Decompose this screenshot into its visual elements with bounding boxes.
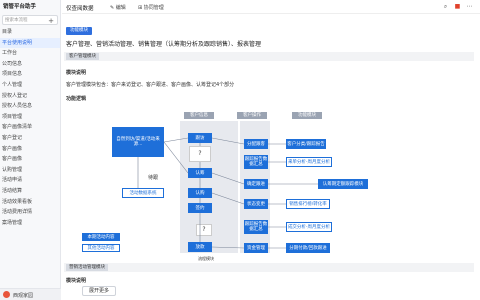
sidebar-item[interactable]: 授权人登记 [0,91,60,102]
module-desc-title: 模块说明 [66,70,87,76]
other-activity-box: 其他活动内容 [82,244,120,252]
module-desc-text: 客户管理模块包含：客户来访登记、客户跟进、客户画像、认筹登记4个部分 [66,82,235,88]
page-headline: 客户管理、营销活动管理、销售管理（认筹期分析及跟踪销售）、报表管理 [66,41,262,48]
edit-label: 编辑 [115,5,126,11]
notification-icon[interactable]: ■ [454,3,461,10]
sidebar-item[interactable]: 项目信息 [0,69,60,80]
right-box-1: 分配跟客 [244,139,268,149]
sidebar-item[interactable]: 活动申请 [0,175,60,186]
section-header-label: 客户管理模块 [66,53,99,60]
top-bar: 仅查阅数据 ✎ 编辑 ⊞ 协同管理 ⌕ ■ ⋯ [62,0,480,14]
col-header-2: 客户操作 [237,112,267,119]
section-header-marketing: 营销活动管理模块 [64,263,474,272]
mid-qmark-1: ? [189,146,211,162]
sidebar-item[interactable]: 授权人员信息 [0,101,60,112]
far-box-2: 来单分析-周月度分析 [286,157,332,167]
col-header-3: 功能模块 [292,112,322,119]
mid-bottom-label: 流程模块 [198,256,214,261]
sidebar-item[interactable]: 平台使用说明 [0,37,60,49]
mid-box-3: 认购 [188,188,212,198]
sidebar-item[interactable]: 个人管理 [0,80,60,91]
add-icon[interactable]: + [47,18,55,26]
far-box-1: 客户分类/跟踪报告 [286,139,326,149]
more-icon[interactable]: ⋯ [466,3,473,10]
sidebar-item[interactable]: 客户画像 [0,144,60,155]
right-box-2: 跟踪报告数据汇总 [244,155,268,169]
search-icon[interactable]: ⌕ [442,3,449,10]
sidebar-title: 销管平台助手 [3,4,37,10]
module-tag: 功能模块 [66,27,92,35]
mid-box-5: 放款 [188,242,212,252]
sidebar-item[interactable]: 客户画像清单 [0,122,60,133]
expand-more-button[interactable]: 展开更多 [82,286,116,296]
edit-button[interactable]: ✎ 编辑 [110,4,126,11]
right-box-3: 确定跟进 [244,179,268,189]
sidebar-item[interactable]: 工作台 [0,48,60,59]
far-box-3: 认筹期定额跟踪模块 [318,179,368,189]
mid-box-2: 认筹 [188,168,212,178]
pending-label: 待跟 [148,175,159,181]
right-box-5: 跟踪报告数据汇总 [244,220,268,234]
module-desc-title-2: 模块说明 [66,278,87,284]
flow-title: 功能逻辑 [66,96,87,102]
share-button[interactable]: ⊞ 协同管理 [138,4,164,11]
sidebar: 销管平台助手 搜索本流程 + 目录 平台使用说明 工作台 公司信息 项目信息 个人管理 授权… [0,0,61,300]
search-placeholder: 搜索本流程 [5,18,28,23]
user-bar[interactable]: 西观家园 [0,288,61,300]
col-header-1: 客户信息 [184,112,214,119]
sidebar-item[interactable]: 公司信息 [0,59,60,70]
user-name: 西观家园 [13,293,34,299]
sidebar-item[interactable]: 项目管理 [0,112,60,123]
sidebar-item[interactable]: 活动结算 [0,186,60,197]
far-box-6: 分期付款/回款跟进 [286,243,330,253]
sidebar-item[interactable]: 活动效果看板 [0,197,60,208]
mid-box-4: 签约 [188,203,212,213]
section-header-customer: 客户管理模块 [64,52,474,61]
far-box-5: 成交分析-周月度分析 [286,222,332,232]
sidebar-item[interactable]: 案场管理 [0,218,60,229]
right-box-6: 资金管理 [244,243,268,253]
sidebar-item[interactable]: 认购管理 [0,165,60,176]
current-activity-box: 本期活动内容 [82,233,120,241]
sidebar-nav: 目录 平台使用说明 工作台 公司信息 项目信息 个人管理 授权人登记 授权人员信息 项目管理 客户… [0,27,60,228]
sidebar-search-input[interactable]: 搜索本流程 + [2,15,58,25]
avatar[interactable] [3,291,10,298]
main-content: 功能模块 客户管理、营销活动管理、销售管理（认筹期分析及跟踪销售）、报表管理 客… [62,15,480,300]
sidebar-item[interactable]: 活动费用详情 [0,207,60,218]
right-box-4: 状态变更 [244,199,268,209]
sidebar-item[interactable]: 目录 [0,27,60,38]
share-label: 协同管理 [143,5,164,11]
section-header-label-2: 营销活动管理模块 [66,264,108,271]
doc-title: 仅查阅数据 [66,6,94,12]
sidebar-item[interactable]: 客户登记 [0,133,60,144]
activity-data-box: 活动数据系统 [122,188,164,198]
mid-box-1: 跟访 [188,133,212,143]
far-box-4: 销售排行榜/转化率 [286,199,330,209]
sidebar-item[interactable]: 客户画像 [0,154,60,165]
source-box: 自然到访/渠道/活动来源... [112,127,164,157]
mid-qmark-2: ? [196,224,212,236]
